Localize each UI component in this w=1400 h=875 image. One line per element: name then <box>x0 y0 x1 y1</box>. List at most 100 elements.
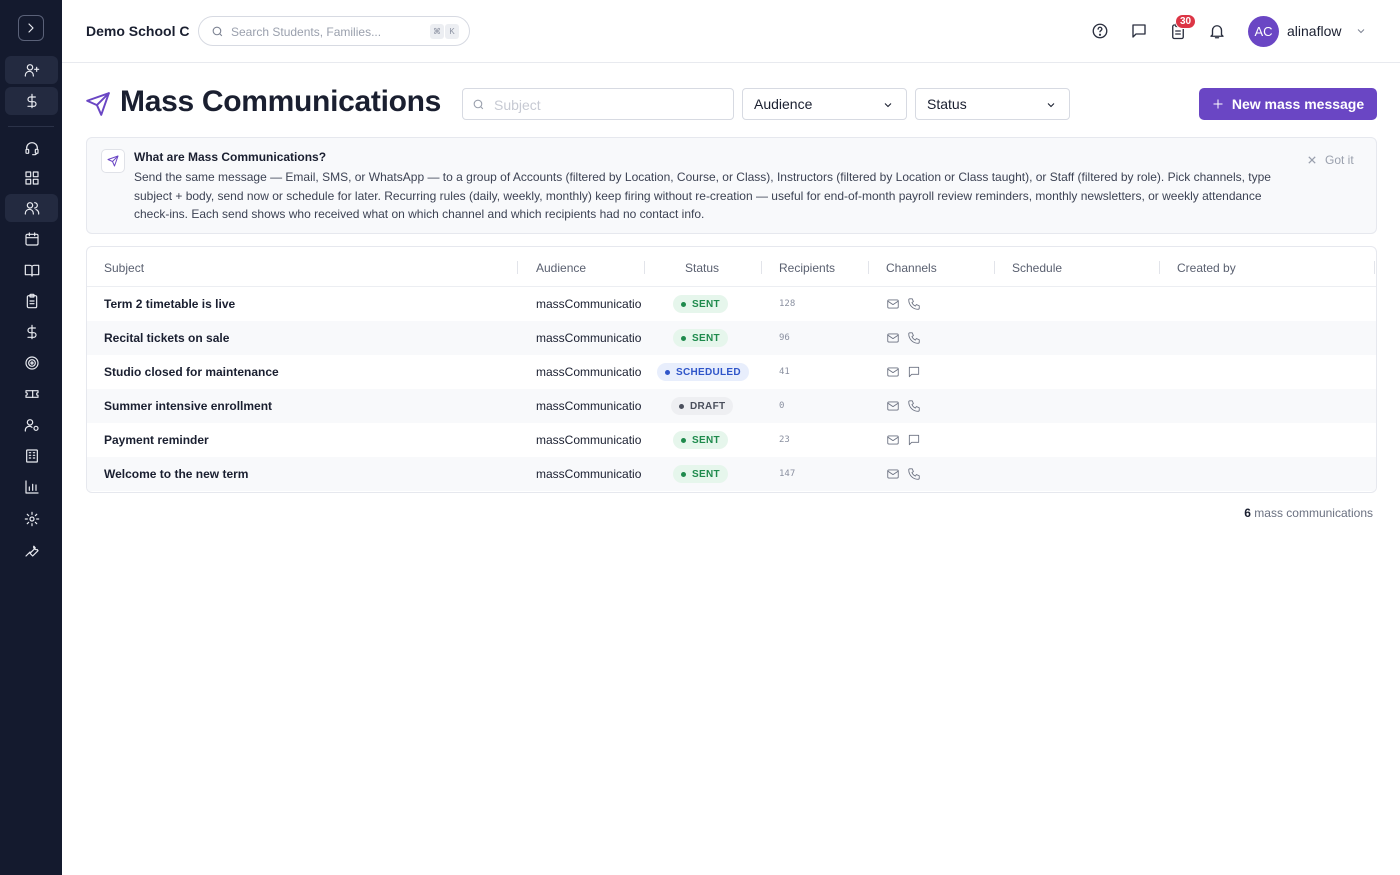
sidebar-item-support[interactable] <box>5 134 58 162</box>
status-label: SENT <box>692 332 720 344</box>
sidebar-expand-button[interactable] <box>18 15 44 41</box>
table-row[interactable]: Recital tickets on sale massCommunicatio S… <box>87 321 1376 355</box>
column-divider[interactable] <box>1159 261 1160 274</box>
table-row[interactable]: Welcome to the new term massCommunicatio S… <box>87 457 1376 491</box>
mail-icon <box>886 297 900 311</box>
sidebar-item-staff[interactable] <box>5 411 58 439</box>
status-label: DRAFT <box>690 400 726 412</box>
column-divider[interactable] <box>1374 261 1375 274</box>
username[interactable]: alinaflow <box>1287 23 1341 39</box>
notifications-button[interactable] <box>1207 21 1227 41</box>
column-divider[interactable] <box>994 261 995 274</box>
column-header-status[interactable]: Status <box>685 261 719 275</box>
row-audience: massCommunicatio <box>536 433 642 447</box>
row-subject[interactable]: Payment reminder <box>104 433 209 447</box>
info-title: What are Mass Communications? <box>134 150 327 164</box>
dismiss-info-button[interactable]: Got it <box>1308 153 1354 167</box>
row-audience: massCommunicatio <box>536 467 642 481</box>
mass-communications-table: Subject Audience Status Recipients Chann… <box>86 246 1377 493</box>
school-name[interactable]: Demo School C <box>86 23 189 39</box>
sidebar-item-courses[interactable] <box>5 256 58 284</box>
sidebar-item-calendar[interactable] <box>5 225 58 253</box>
sidebar-item-settings[interactable] <box>5 505 58 533</box>
book-icon <box>24 264 39 277</box>
row-audience: massCommunicatio <box>536 331 642 345</box>
row-subject[interactable]: Welcome to the new term <box>104 467 248 481</box>
status-badge: SENT <box>673 465 728 483</box>
chevron-down-icon <box>1357 29 1365 34</box>
table-row[interactable]: Term 2 timetable is live massCommunicatio… <box>87 287 1376 321</box>
row-subject[interactable]: Summer intensive enrollment <box>104 399 272 413</box>
info-body: Send the same message — Email, SMS, or W… <box>134 170 1271 221</box>
column-divider[interactable] <box>761 261 762 274</box>
column-header-created-by[interactable]: Created by <box>1177 261 1236 275</box>
sidebar-item-add-user[interactable] <box>5 56 58 84</box>
status-dot <box>681 471 686 477</box>
sidebar-item-finance[interactable] <box>5 318 58 346</box>
help-icon <box>1092 23 1108 39</box>
search-icon <box>212 26 223 37</box>
user-avatar[interactable]: AC <box>1248 16 1279 47</box>
new-mass-message-button[interactable]: New mass message <box>1199 88 1377 120</box>
sidebar-item-locations[interactable] <box>5 442 58 470</box>
status-dot <box>681 437 686 443</box>
audience-filter-select[interactable]: Audience <box>742 88 907 120</box>
send-icon <box>101 149 125 173</box>
status-badge: SENT <box>673 431 728 449</box>
subject-filter[interactable] <box>462 88 734 120</box>
sidebar-item-billing[interactable] <box>5 87 58 115</box>
headset-icon <box>24 142 39 156</box>
phone-icon <box>907 331 921 345</box>
chat-icon <box>1132 24 1146 38</box>
column-header-audience[interactable]: Audience <box>536 261 586 275</box>
row-audience: massCommunicatio <box>536 365 642 379</box>
sidebar-item-goals[interactable] <box>5 349 58 377</box>
messages-button[interactable] <box>1129 21 1149 41</box>
help-button[interactable] <box>1090 21 1110 41</box>
table-row[interactable]: Summer intensive enrollment massCommunica… <box>87 389 1376 423</box>
status-dot <box>679 403 684 409</box>
subject-filter-input[interactable] <box>494 96 724 113</box>
ticket-icon <box>24 390 39 398</box>
building-icon <box>25 449 38 463</box>
column-divider[interactable] <box>868 261 869 274</box>
mail-icon <box>886 467 900 481</box>
column-divider[interactable] <box>517 261 518 274</box>
user-menu-toggle[interactable] <box>1355 25 1367 37</box>
status-badge: SCHEDULED <box>657 363 749 381</box>
column-header-schedule[interactable]: Schedule <box>1012 261 1062 275</box>
global-search[interactable]: ⌘ K <box>198 16 470 46</box>
sidebar-item-tasks[interactable] <box>5 287 58 315</box>
status-dot <box>681 301 686 307</box>
new-mass-message-label: New mass message <box>1231 96 1365 112</box>
dollar-icon <box>26 324 37 340</box>
global-search-input[interactable] <box>231 23 421 41</box>
page-title: Mass Communications <box>120 85 442 118</box>
sidebar-item-tools[interactable] <box>5 536 58 564</box>
sidebar-item-tickets[interactable] <box>5 380 58 408</box>
sidebar-item-reports[interactable] <box>5 473 58 501</box>
column-header-channels[interactable]: Channels <box>886 261 937 275</box>
row-subject[interactable]: Recital tickets on sale <box>104 331 229 345</box>
phone-icon <box>907 399 921 413</box>
phone-icon <box>907 467 921 481</box>
status-label: SENT <box>692 298 720 310</box>
row-recipients: 147 <box>779 469 796 479</box>
search-icon <box>473 99 484 110</box>
table-row[interactable]: Studio closed for maintenance massCommuni… <box>87 355 1376 389</box>
table-row[interactable]: Payment reminder massCommunicatio SENT 23 <box>87 423 1376 457</box>
sidebar-item-people[interactable] <box>5 194 58 222</box>
status-filter-select[interactable]: Status <box>915 88 1070 120</box>
close-icon <box>1308 156 1316 164</box>
column-header-recipients[interactable]: Recipients <box>779 261 835 275</box>
top-header: Demo School C ⌘ K 30 AC alinaflow <box>62 0 1400 63</box>
status-badge: SENT <box>673 329 728 347</box>
row-audience: massCommunicatio <box>536 399 642 413</box>
column-divider[interactable] <box>644 261 645 274</box>
chevron-down-icon <box>1047 103 1055 108</box>
row-subject[interactable]: Term 2 timetable is live <box>104 297 235 311</box>
row-subject[interactable]: Studio closed for maintenance <box>104 365 279 379</box>
chevron-right-icon <box>28 23 34 33</box>
sidebar-item-dashboard[interactable] <box>5 164 58 192</box>
column-header-subject[interactable]: Subject <box>104 261 144 275</box>
